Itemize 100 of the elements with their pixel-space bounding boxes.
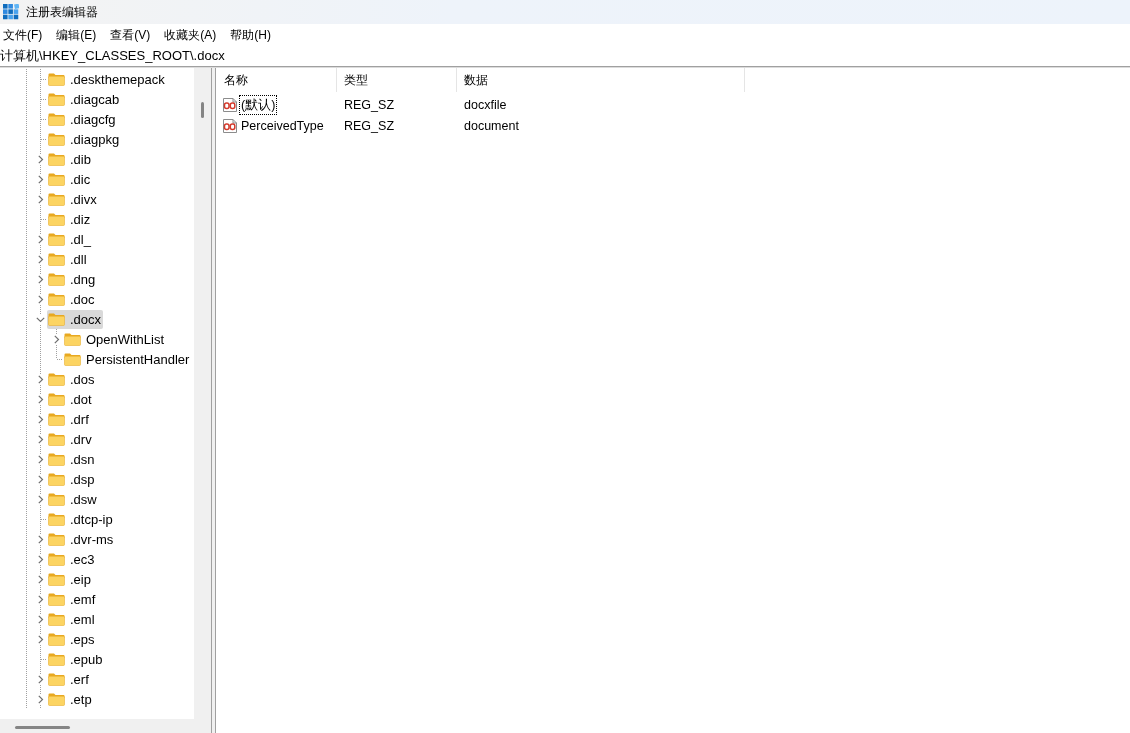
chevron-right-icon[interactable] <box>36 554 45 564</box>
chevron-right-icon[interactable] <box>36 274 45 284</box>
folder-icon <box>48 232 65 246</box>
menu-item[interactable]: 收藏夹(A) <box>157 25 224 45</box>
chevron-right-icon[interactable] <box>36 254 45 264</box>
folder-icon <box>48 412 65 426</box>
document-icon <box>222 117 238 134</box>
folder-icon <box>48 572 65 586</box>
chevron-right-icon[interactable] <box>36 234 45 244</box>
folder-icon <box>48 72 65 86</box>
scrollbar-thumb[interactable] <box>201 102 204 118</box>
menu-item[interactable]: 查看(V) <box>103 25 158 45</box>
menu-item[interactable]: 帮助(H) <box>223 25 278 45</box>
folder-icon <box>64 352 81 366</box>
folder-icon <box>48 92 65 106</box>
folder-icon <box>48 152 65 166</box>
folder-icon <box>48 112 65 126</box>
chevron-right-icon[interactable] <box>36 194 45 204</box>
folder-icon <box>48 172 65 186</box>
chevron-down-icon[interactable] <box>36 314 45 324</box>
chevron-right-icon[interactable] <box>36 494 45 504</box>
window-title: 注册表编辑器 <box>26 4 98 20</box>
tree-item[interactable]: .eps <box>47 629 97 649</box>
folder-icon <box>48 452 65 466</box>
folder-icon <box>48 652 65 666</box>
tree-item[interactable]: .diz <box>47 209 93 229</box>
tree-item[interactable]: .diagpkg <box>47 129 122 149</box>
tree-item[interactable]: .diagcfg <box>47 109 118 129</box>
value-type: REG_SZ <box>343 118 395 133</box>
tree-item[interactable]: .dsp <box>47 469 97 489</box>
tree-item[interactable]: .drv <box>47 429 94 449</box>
chevron-right-icon[interactable] <box>36 634 45 644</box>
folder-icon <box>48 192 65 206</box>
tree-item[interactable]: .ec3 <box>47 549 97 569</box>
tree-item[interactable]: .dsw <box>47 489 99 509</box>
folder-icon <box>48 672 65 686</box>
folder-icon <box>48 372 65 386</box>
folder-icon <box>48 212 65 226</box>
value-name[interactable]: (默认) <box>239 94 278 115</box>
tree-item[interactable]: .drf <box>47 409 91 429</box>
tree-item[interactable]: .divx <box>47 189 99 209</box>
chevron-right-icon[interactable] <box>36 374 45 384</box>
tree-item[interactable]: .docx <box>47 309 104 329</box>
tree-item[interactable]: .dtcp-ip <box>47 509 115 529</box>
tree-item[interactable]: .diagcab <box>47 89 122 109</box>
tree-item[interactable]: .dng <box>47 269 98 289</box>
chevron-right-icon[interactable] <box>36 174 45 184</box>
chevron-right-icon[interactable] <box>36 574 45 584</box>
chevron-right-icon[interactable] <box>36 394 45 404</box>
tree-item[interactable]: .dib <box>47 149 93 169</box>
scrollbar-thumb[interactable] <box>15 726 70 729</box>
tree-item[interactable]: .dll <box>47 249 89 269</box>
tree-item[interactable]: .dvr-ms <box>47 529 116 549</box>
folder-icon <box>48 252 65 266</box>
menu-item[interactable]: 编辑(E) <box>49 25 104 45</box>
tree-item[interactable]: .dot <box>47 389 94 409</box>
tree-item[interactable]: .dl_ <box>47 229 93 249</box>
chevron-right-icon[interactable] <box>36 614 45 624</box>
tree-item[interactable]: .eml <box>47 609 97 629</box>
cube-grid-icon <box>3 4 19 20</box>
folder-icon <box>48 392 65 406</box>
folder-icon <box>48 312 65 326</box>
folder-icon <box>48 272 65 286</box>
folder-icon <box>48 132 65 146</box>
tree-item[interactable]: .doc <box>47 289 97 309</box>
folder-icon <box>48 432 65 446</box>
tree-item[interactable]: .epub <box>47 649 105 669</box>
tree-item[interactable]: .erf <box>47 669 91 689</box>
tree-item[interactable]: .dos <box>47 369 97 389</box>
tree-item[interactable]: .deskthemepack <box>47 69 167 89</box>
chevron-right-icon[interactable] <box>36 414 45 424</box>
chevron-right-icon[interactable] <box>36 674 45 684</box>
folder-icon <box>48 632 65 646</box>
folder-icon <box>48 472 65 486</box>
tree-item[interactable]: .etp <box>47 689 94 709</box>
folder-icon <box>64 332 81 346</box>
folder-icon <box>48 492 65 506</box>
folder-icon <box>48 612 65 626</box>
chevron-right-icon[interactable] <box>36 154 45 164</box>
chevron-right-icon[interactable] <box>36 294 45 304</box>
tree-item[interactable]: .dsn <box>47 449 97 469</box>
chevron-right-icon[interactable] <box>52 334 61 344</box>
document-icon <box>222 96 238 113</box>
tree-item[interactable]: .eip <box>47 569 93 589</box>
chevron-right-icon[interactable] <box>36 594 45 604</box>
tree-item[interactable]: PersistentHandler <box>63 349 192 369</box>
folder-icon <box>48 552 65 566</box>
folder-icon <box>48 292 65 306</box>
tree-item[interactable]: OpenWithList <box>63 329 167 349</box>
folder-icon <box>48 512 65 526</box>
chevron-right-icon[interactable] <box>36 474 45 484</box>
menu-item[interactable]: 文件(F) <box>0 25 50 45</box>
address-field[interactable]: 计算机\HKEY_CLASSES_ROOT\.docx <box>0 46 1130 67</box>
chevron-right-icon[interactable] <box>36 694 45 704</box>
chevron-right-icon[interactable] <box>36 454 45 464</box>
chevron-right-icon[interactable] <box>36 434 45 444</box>
tree-item[interactable]: .emf <box>47 589 98 609</box>
chevron-right-icon[interactable] <box>36 534 45 544</box>
value-name[interactable]: PerceivedType <box>239 115 326 136</box>
tree-item[interactable]: .dic <box>47 169 93 189</box>
